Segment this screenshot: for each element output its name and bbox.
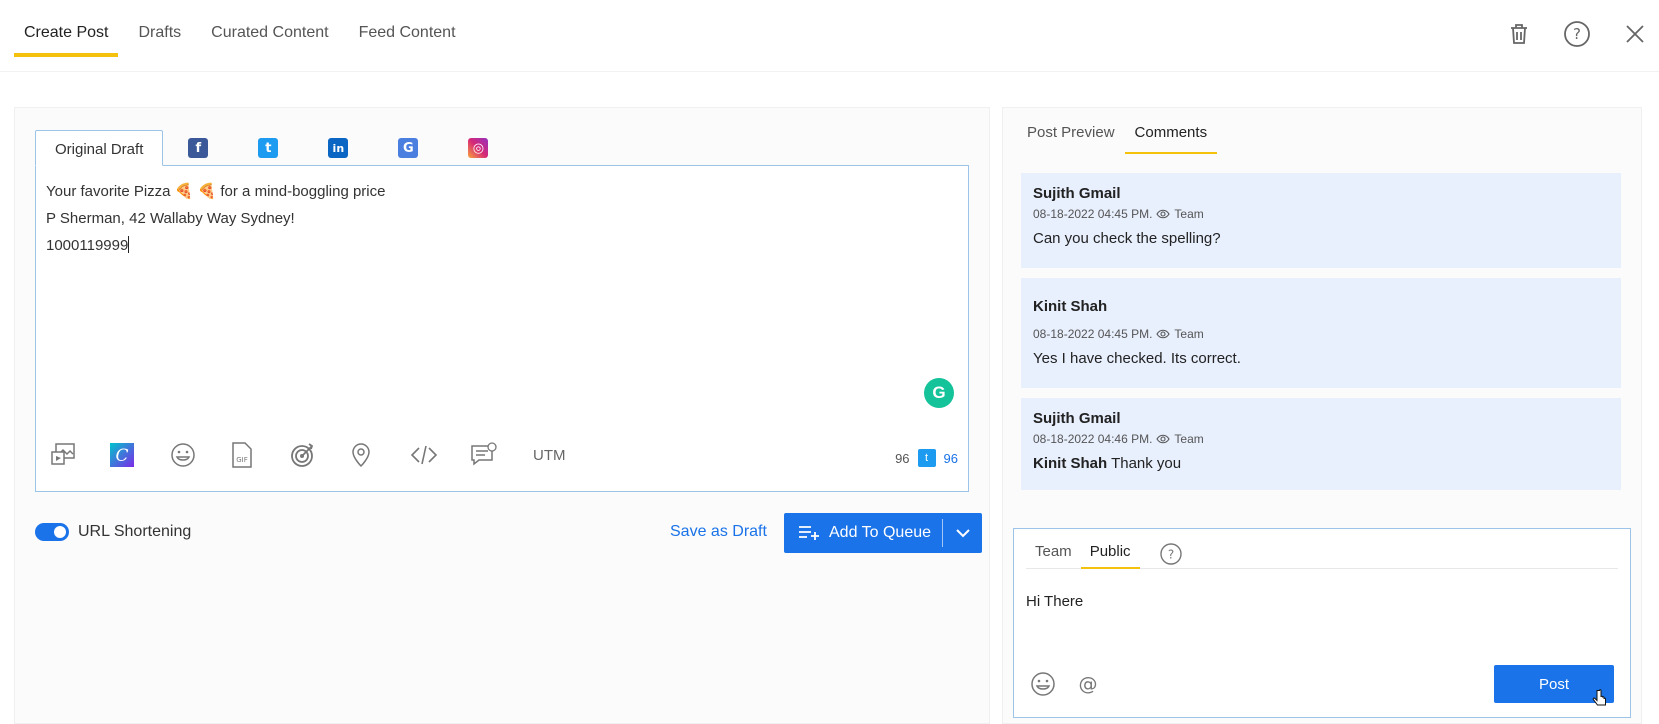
comment-body: Yes I have checked. Its correct.: [1033, 350, 1241, 367]
add-to-queue-button[interactable]: Add To Queue: [784, 513, 982, 553]
hand-cursor-icon: [1592, 689, 1606, 706]
main-tabs: Create Post Drafts Curated Content Feed …: [14, 0, 476, 60]
top-bar: Create Post Drafts Curated Content Feed …: [0, 0, 1659, 72]
character-counter: 96 t 96: [895, 449, 958, 467]
comment-meta: 08-18-2022 04:46 PM. Team: [1033, 432, 1204, 446]
location-icon[interactable]: [350, 440, 410, 470]
tab-google-business[interactable]: G: [373, 130, 443, 166]
post-line-1: Your favorite Pizza 🍕 🍕 for a mind-boggl…: [46, 183, 386, 200]
comment-body: Kinit Shah Thank you: [1033, 455, 1182, 472]
tab-comments[interactable]: Comments: [1124, 122, 1218, 154]
pizza-emoji: 🍕 🍕: [174, 183, 217, 200]
comment-author: Sujith Gmail: [1033, 410, 1121, 427]
tab-original-draft[interactable]: Original Draft: [35, 130, 164, 166]
url-shortening-toggle[interactable]: [35, 523, 69, 541]
trash-icon[interactable]: [1505, 20, 1533, 48]
post-line-3: 1000119999: [46, 236, 130, 254]
tab-twitter[interactable]: t: [233, 130, 303, 166]
tab-feed-content[interactable]: Feed Content: [349, 0, 466, 57]
emoji-icon[interactable]: [170, 440, 230, 470]
post-line-2: P Sherman, 42 Wallaby Way Sydney!: [46, 210, 295, 227]
comment-settings-icon[interactable]: [470, 440, 530, 470]
reply-input[interactable]: Hi There: [1026, 593, 1083, 610]
mention-icon[interactable]: @: [1076, 672, 1100, 696]
comment-item: Kinit Shah 08-18-2022 04:45 PM. Team Yes…: [1021, 278, 1621, 388]
eye-icon: [1156, 209, 1171, 219]
queue-options-dropdown[interactable]: [943, 528, 982, 538]
twitter-icon: t: [258, 138, 279, 158]
composer-actions: URL Shortening Save as Draft Add To Queu…: [35, 513, 982, 553]
comment-meta: 08-18-2022 04:45 PM. Team: [1033, 327, 1204, 341]
svg-text:?: ?: [1573, 25, 1581, 43]
twitter-small-icon: t: [917, 449, 936, 467]
comment-reply-box: Team Public ? Hi There @ Post: [1013, 528, 1631, 718]
svg-text:@: @: [1079, 673, 1098, 695]
help-icon[interactable]: ?: [1159, 542, 1182, 565]
instagram-icon: ◎: [468, 138, 489, 158]
tab-linkedin[interactable]: in: [303, 130, 373, 166]
eye-icon: [1156, 434, 1171, 444]
comments-panel: Post Preview Comments Sujith Gmail 08-18…: [1002, 107, 1642, 724]
comment-meta: 08-18-2022 04:45 PM. Team: [1033, 207, 1204, 221]
top-actions: ?: [1505, 20, 1649, 48]
reply-visibility-tabs: Team Public ?: [1026, 539, 1618, 569]
tab-curated-content[interactable]: Curated Content: [201, 0, 338, 57]
linkedin-icon: in: [328, 138, 349, 158]
help-icon[interactable]: ?: [1563, 20, 1591, 48]
text-cursor: [128, 236, 130, 253]
tab-post-preview[interactable]: Post Preview: [1017, 122, 1125, 154]
network-tabs: Original Draft f t in G ◎: [35, 130, 513, 166]
tab-create-post[interactable]: Create Post: [14, 0, 119, 57]
code-icon[interactable]: [410, 440, 470, 470]
utm-button[interactable]: UTM: [533, 447, 566, 464]
twitter-char-count: 96: [943, 450, 958, 466]
preview-tabs: Post Preview Comments: [1017, 122, 1218, 154]
composer-panel: Original Draft f t in G ◎ Your favorite …: [14, 107, 990, 724]
comment-author: Kinit Shah: [1033, 298, 1108, 315]
reply-toolbar: @: [1030, 671, 1100, 697]
add-to-queue-label: Add To Queue: [829, 524, 932, 541]
char-count: 96: [895, 450, 910, 466]
media-icon[interactable]: [50, 440, 110, 470]
tab-drafts[interactable]: Drafts: [128, 0, 191, 57]
emoji-icon[interactable]: [1030, 671, 1056, 697]
post-editor[interactable]: Your favorite Pizza 🍕 🍕 for a mind-boggl…: [35, 165, 969, 492]
canva-icon[interactable]: C: [110, 440, 170, 470]
comment-item: Sujith Gmail 08-18-2022 04:45 PM. Team C…: [1021, 173, 1621, 268]
tab-instagram[interactable]: ◎: [443, 130, 513, 166]
editor-toolbar: C GIF UTM: [50, 440, 566, 470]
comment-mention[interactable]: Kinit Shah: [1033, 455, 1107, 472]
tab-team[interactable]: Team: [1026, 539, 1081, 569]
close-icon[interactable]: [1621, 20, 1649, 48]
svg-text:C: C: [115, 446, 128, 466]
eye-icon: [1156, 329, 1171, 339]
post-text[interactable]: Your favorite Pizza 🍕 🍕 for a mind-boggl…: [46, 178, 385, 259]
grammarly-icon[interactable]: G: [924, 378, 954, 408]
google-business-icon: G: [398, 138, 419, 158]
add-to-queue-main[interactable]: Add To Queue: [784, 524, 942, 542]
facebook-icon: f: [188, 138, 209, 158]
comment-author: Sujith Gmail: [1033, 185, 1121, 202]
url-shortening-label: URL Shortening: [78, 523, 192, 540]
save-as-draft-link[interactable]: Save as Draft: [670, 523, 767, 541]
svg-text:GIF: GIF: [236, 456, 248, 464]
chevron-down-icon: [955, 529, 970, 538]
queue-add-icon: [799, 526, 819, 540]
comment-body: Can you check the spelling?: [1033, 230, 1221, 247]
gif-icon[interactable]: GIF: [230, 440, 290, 470]
tab-public[interactable]: Public: [1080, 539, 1140, 569]
target-icon[interactable]: [290, 440, 350, 470]
svg-text:?: ?: [1167, 547, 1173, 561]
comment-item: Sujith Gmail 08-18-2022 04:46 PM. Team K…: [1021, 398, 1621, 490]
tab-facebook[interactable]: f: [163, 130, 233, 166]
